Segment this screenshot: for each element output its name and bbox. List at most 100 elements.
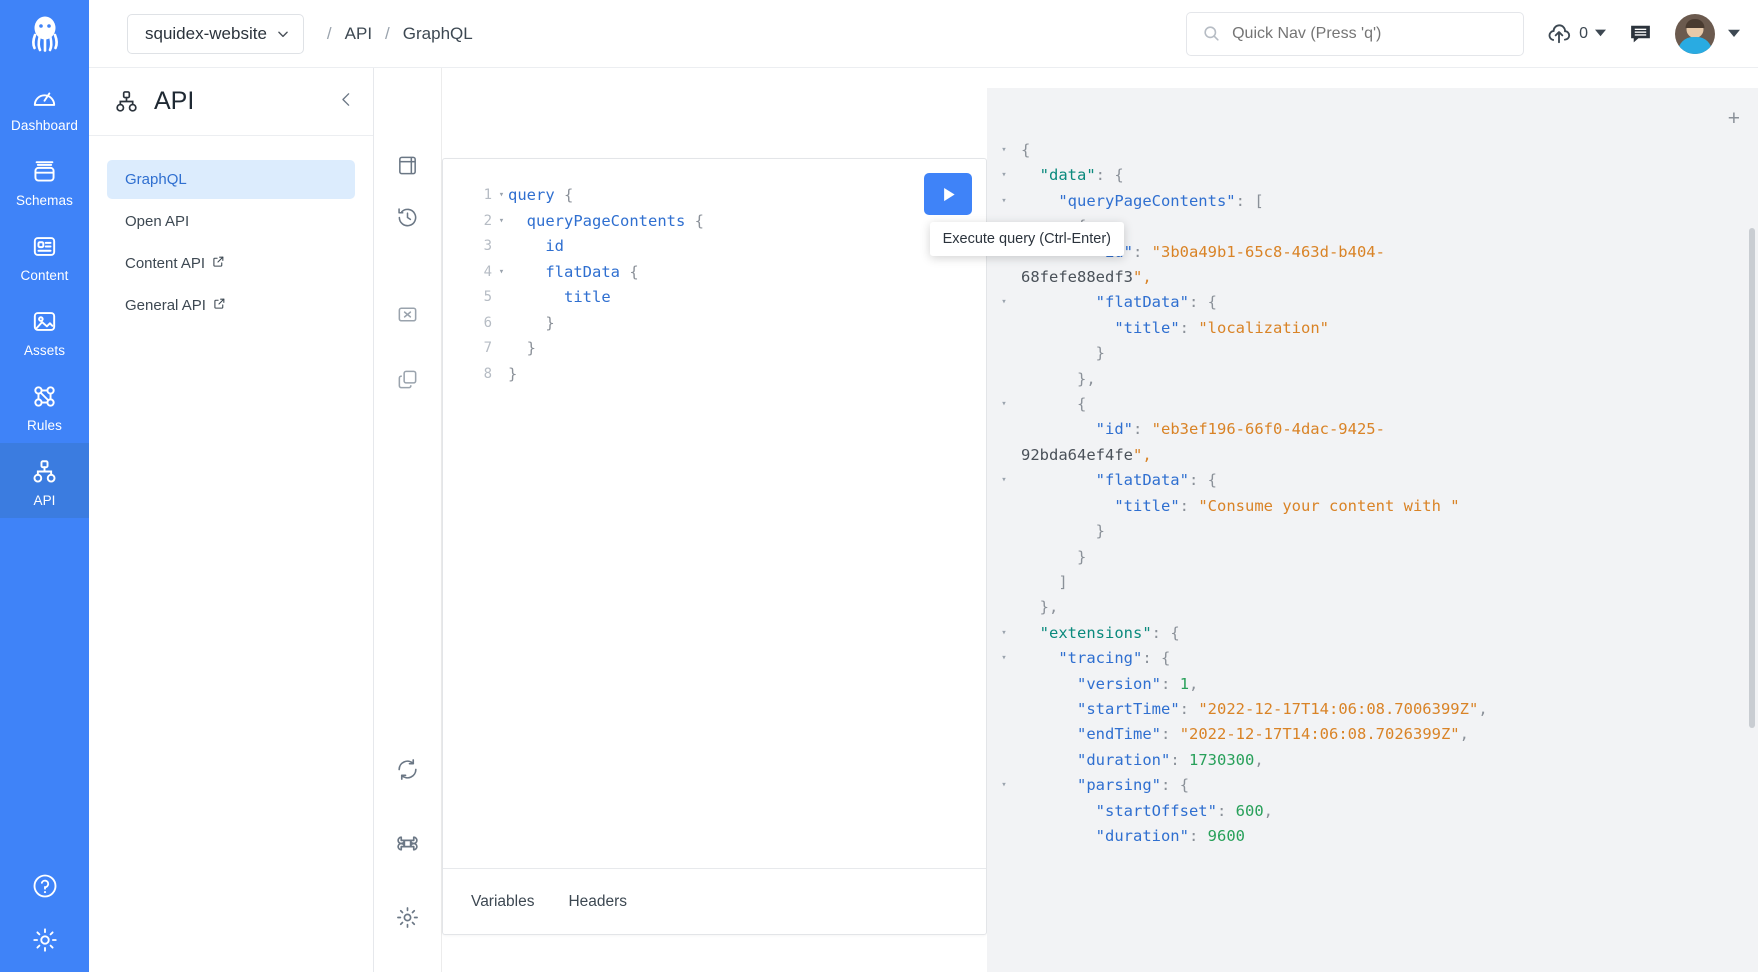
result-line: }: [987, 341, 1758, 366]
prettify-icon: [398, 307, 417, 321]
breadcrumb-section[interactable]: API: [345, 24, 372, 44]
query-line-text: }: [545, 313, 555, 332]
line-number: 7: [483, 340, 492, 356]
fold-toggle-icon[interactable]: ▾: [987, 189, 1021, 214]
result-line-text: }: [1095, 344, 1105, 363]
breadcrumb-separator: /: [385, 23, 390, 43]
box-icon: [34, 161, 55, 182]
sidebar-item-assets[interactable]: Assets: [0, 293, 89, 368]
image-icon: [33, 312, 56, 331]
api-panel-links: GraphQL Open API Content API General API: [89, 136, 373, 328]
sidebar-item-rules[interactable]: Rules: [0, 368, 89, 443]
squidex-logo[interactable]: [0, 0, 89, 68]
query-line-text: id: [545, 237, 564, 255]
execute-query-button[interactable]: [924, 173, 972, 215]
result-line-text: "flatData": {: [1095, 293, 1218, 312]
primary-navigation-rail: Dashboard Schemas Content Assets Rules A…: [0, 0, 89, 972]
query-line-text: flatData {: [545, 262, 639, 281]
sidebar-item-content[interactable]: Content: [0, 218, 89, 293]
docs-panel-button[interactable]: [389, 146, 427, 184]
panel-link-label: Content API: [125, 255, 206, 272]
add-tab-button[interactable]: +: [1728, 108, 1740, 129]
fold-toggle-icon[interactable]: ▾: [987, 646, 1021, 671]
fold-toggle-icon[interactable]: ▾: [495, 260, 508, 286]
result-line-text: "id": "eb3ef196-66f0-4dac-9425-: [1095, 420, 1385, 439]
result-line: ▾ "flatData": {: [987, 468, 1758, 493]
fold-toggle-icon[interactable]: ▾: [987, 290, 1021, 315]
top-header: squidex-website / API / GraphQL Quick Na…: [89, 0, 1758, 68]
shortcuts-button[interactable]: [389, 824, 427, 862]
result-line: ▾ "queryPageContents": [: [987, 189, 1758, 214]
help-button[interactable]: [31, 872, 59, 900]
panel-link-general-api[interactable]: General API: [107, 286, 355, 325]
fold-toggle-icon[interactable]: ▾: [495, 209, 508, 235]
cloud-upload-icon: [1548, 23, 1571, 43]
search-input[interactable]: [1232, 24, 1509, 43]
collapse-panel-button[interactable]: [338, 91, 355, 112]
avatar: [1675, 13, 1715, 54]
result-line-text: },: [1077, 369, 1096, 388]
fold-toggle-icon[interactable]: ▾: [987, 621, 1021, 646]
fold-toggle-icon[interactable]: ▾: [987, 468, 1021, 493]
fold-toggle-icon[interactable]: ▾: [987, 773, 1021, 798]
api-panel: API GraphQL Open API Content API General…: [89, 68, 374, 972]
copy-button[interactable]: [389, 360, 427, 398]
tab-headers[interactable]: Headers: [568, 893, 627, 911]
query-line: 3 id: [443, 234, 986, 260]
tab-variables[interactable]: Variables: [471, 893, 534, 911]
result-line: "title": "localization": [987, 316, 1758, 341]
query-editor-code[interactable]: 1 ▾ query {2 ▾ queryPageContents {3 id 4 ▾ fl…: [443, 159, 986, 868]
result-line: 68fefe88edf3",: [987, 265, 1758, 290]
result-scrollbar[interactable]: [1749, 228, 1755, 728]
chat-button[interactable]: [1628, 21, 1653, 46]
result-line-text: {: [1077, 395, 1087, 414]
fold-toggle-icon: [987, 519, 1021, 544]
result-line-text: "duration": 1730300,: [1077, 750, 1264, 769]
result-line: ▾ "tracing": {: [987, 646, 1758, 671]
editor-footer-tabs: Variables Headers: [443, 868, 986, 934]
app-selector[interactable]: squidex-website: [127, 13, 304, 54]
api-hierarchy-icon: [33, 460, 56, 483]
history-clock-icon: [398, 207, 417, 226]
result-line-text: 68fefe88edf3",: [1021, 268, 1152, 287]
refresh-button[interactable]: [389, 750, 427, 788]
fold-toggle-icon: [987, 799, 1021, 824]
result-line: "duration": 1730300,: [987, 748, 1758, 773]
graphiql-toolbar-bottom: [389, 750, 427, 972]
quick-nav-search[interactable]: [1186, 11, 1525, 56]
result-line: 92bda64ef4fe",: [987, 443, 1758, 468]
upload-status-button[interactable]: 0: [1546, 21, 1606, 47]
result-line-text: "endTime": "2022-12-17T14:06:08.7026399Z…: [1077, 725, 1469, 744]
result-line-text: "startTime": "2022-12-17T14:06:08.700639…: [1077, 699, 1488, 718]
fold-toggle-icon: [987, 748, 1021, 773]
sidebar-item-dashboard[interactable]: Dashboard: [0, 68, 89, 143]
fold-toggle-icon: [987, 367, 1021, 392]
panel-link-content-api[interactable]: Content API: [107, 244, 355, 283]
sidebar-item-label: Dashboard: [11, 118, 78, 133]
result-line-text: "startOffset": 600,: [1095, 801, 1274, 820]
sidebar-item-label: Rules: [26, 418, 62, 433]
panel-link-open-api[interactable]: Open API: [107, 202, 355, 241]
settings-button[interactable]: [31, 926, 59, 954]
history-button[interactable]: [389, 198, 427, 236]
sidebar-item-api[interactable]: API: [0, 443, 89, 518]
fold-toggle-icon[interactable]: ▾: [495, 183, 508, 209]
graphiql-settings-button[interactable]: [389, 898, 427, 936]
panel-link-graphql[interactable]: GraphQL: [107, 160, 355, 199]
prettify-button[interactable]: [389, 295, 427, 333]
fold-toggle-icon[interactable]: ▾: [987, 392, 1021, 417]
query-editor[interactable]: 1 ▾ query {2 ▾ queryPageContents {3 id 4 ▾ fl…: [442, 158, 1124, 935]
result-json: ▾{▾ "data": {▾ "queryPageContents": [▾ {…: [987, 88, 1758, 849]
graphiql-container: 1 ▾ query {2 ▾ queryPageContents {3 id 4 ▾ fl…: [374, 68, 1758, 972]
line-number: 5: [483, 289, 492, 305]
query-line: 1 ▾ query {: [443, 183, 986, 209]
result-line-text: "version": 1,: [1077, 674, 1199, 693]
profile-menu[interactable]: [1675, 13, 1740, 54]
sidebar-item-schemas[interactable]: Schemas: [0, 143, 89, 218]
fold-toggle-icon: [987, 722, 1021, 747]
result-line-text: "title": "Consume your content with ": [1114, 496, 1460, 515]
fold-toggle-icon[interactable]: ▾: [987, 163, 1021, 188]
result-line-text: "duration": 9600: [1095, 826, 1245, 845]
play-icon: [943, 187, 955, 201]
fold-toggle-icon[interactable]: ▾: [987, 138, 1021, 163]
